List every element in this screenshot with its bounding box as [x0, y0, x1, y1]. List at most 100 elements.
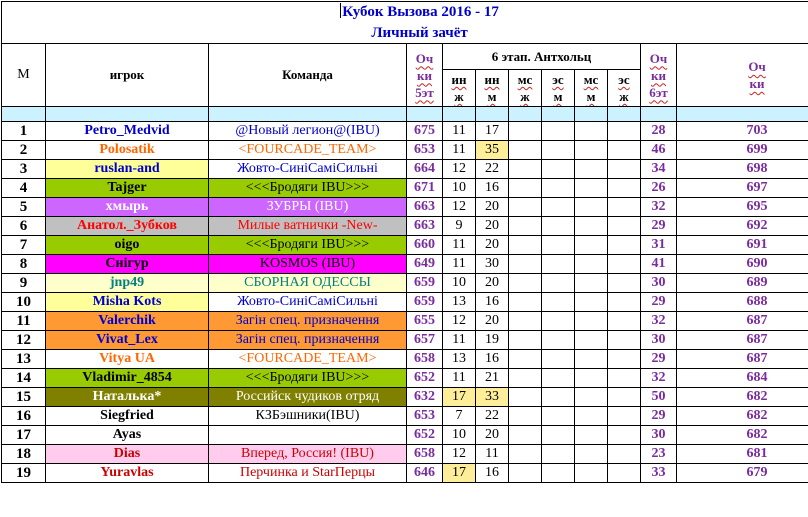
total-points: 690: [675, 254, 808, 274]
race-6-points: [607, 463, 641, 483]
points-stage5: 675: [406, 121, 443, 141]
rank-cell: 4: [1, 178, 46, 198]
table-row: 5 хмырь ЗУБРЫ (IBU) 663 12 20 32 695: [1, 197, 808, 217]
points-stage5: 655: [406, 311, 443, 331]
team-name: Загін спец. призначення: [208, 311, 407, 331]
total-points: 681: [675, 444, 808, 464]
rank-cell: 16: [1, 406, 46, 426]
rank-cell: 17: [1, 425, 46, 445]
player-name: Vivat_Lex: [45, 330, 209, 350]
race-3-points: [508, 368, 542, 388]
player-name: Vladimir_4854: [45, 368, 209, 388]
race-2-points: 20: [475, 311, 509, 331]
total-points: 684: [675, 368, 808, 388]
player-name: Tajger: [45, 178, 209, 198]
points-stage6: 50: [640, 387, 677, 407]
race-3-points: [508, 330, 542, 350]
race-1-points: 10: [442, 273, 476, 293]
race-5-points: [574, 444, 608, 464]
table-row: 18 Dias Вперед, Россия! (IBU) 658 12 11 23 681: [1, 444, 808, 464]
race-2-points: 16: [475, 292, 509, 312]
race-4-points: [541, 292, 575, 312]
header-points-stage6: Оч ки 6эт: [640, 43, 677, 107]
player-name: Valerchik: [45, 311, 209, 331]
race-1-points: 11: [442, 235, 476, 255]
race-4-points: [541, 197, 575, 217]
race-5-points: [574, 330, 608, 350]
race-4-points: [541, 273, 575, 293]
points-stage6: 29: [640, 349, 677, 369]
race-1-points: 7: [442, 406, 476, 426]
header-player: игрок: [45, 43, 209, 107]
race-6-points: [607, 425, 641, 445]
player-name: Dias: [45, 444, 209, 464]
race-3-points: [508, 254, 542, 274]
table-row: 8 Cнiгур KOSMOS (IBU) 649 11 30 41 690: [1, 254, 808, 274]
table-row: 1 Petro_Medvid @Новый легион@(IBU) 675 11 17 2…: [1, 121, 808, 141]
total-points: 698: [675, 159, 808, 179]
race-2-points: 22: [475, 159, 509, 179]
header-race-2: ин м: [475, 69, 509, 107]
page-title: Кубок Вызова 2016 - 17: [342, 4, 499, 20]
team-name: [208, 425, 407, 445]
race-3-points: [508, 406, 542, 426]
race-5-points: [574, 140, 608, 160]
points-stage5: 659: [406, 273, 443, 293]
race-4-points: [541, 387, 575, 407]
rank-cell: 8: [1, 254, 46, 274]
race-6-points: [607, 178, 641, 198]
race-6-points: [607, 159, 641, 179]
race-2-points: 22: [475, 406, 509, 426]
team-name: @Новый легион@(IBU): [208, 121, 407, 141]
player-name: хмырь: [45, 197, 209, 217]
race-6-points: [607, 235, 641, 255]
race-6-points: [607, 292, 641, 312]
total-points: 687: [675, 349, 808, 369]
spacer-row: [1, 106, 808, 122]
header-points-stage5-mid: ки: [417, 67, 432, 83]
points-stage6: 30: [640, 425, 677, 445]
race-5-points: [574, 273, 608, 293]
race-4-points: [541, 235, 575, 255]
header-m: М: [1, 43, 46, 107]
race-3-points: [508, 425, 542, 445]
race-4-points: [541, 349, 575, 369]
race-2-points: 33: [475, 387, 509, 407]
race-2-points: 16: [475, 349, 509, 369]
race-5-points: [574, 235, 608, 255]
points-stage5: 671: [406, 178, 443, 198]
total-points: 689: [675, 273, 808, 293]
table-row: 7 oigo <<<Бродяги IBU>>> 660 11 20 31 691: [1, 235, 808, 255]
race-3-points: [508, 159, 542, 179]
race-3-points: [508, 273, 542, 293]
header-total: Оч ки: [675, 43, 808, 107]
race-1-points: 11: [442, 140, 476, 160]
race-5-points: [574, 254, 608, 274]
team-name: Жовто-СиніСаміСильні: [208, 159, 407, 179]
table-row: 15 Наталька* Российск чудиков отряд 632 17 33…: [1, 387, 808, 407]
race-6-points: [607, 406, 641, 426]
points-stage6: 30: [640, 330, 677, 350]
player-name: Наталька*: [45, 387, 209, 407]
race-4-points: [541, 216, 575, 236]
team-name: Загін спец. призначення: [208, 330, 407, 350]
points-stage5: 657: [406, 330, 443, 350]
points-stage5: 663: [406, 216, 443, 236]
total-points: 688: [675, 292, 808, 312]
race-4-points: [541, 368, 575, 388]
team-name: KOSMOS (IBU): [208, 254, 407, 274]
race-2-points: 30: [475, 254, 509, 274]
race-1-points: 11: [442, 254, 476, 274]
player-name: Ayas: [45, 425, 209, 445]
player-name: Polosatik: [45, 140, 209, 160]
points-stage5: 646: [406, 463, 443, 483]
subtitle-cell: Личный зачёт: [0, 22, 808, 44]
rank-cell: 3: [1, 159, 46, 179]
rank-cell: 9: [1, 273, 46, 293]
total-points: 697: [675, 178, 808, 198]
race-6-points: [607, 216, 641, 236]
points-stage6: 33: [640, 463, 677, 483]
race-1-points: 10: [442, 425, 476, 445]
rank-cell: 2: [1, 140, 46, 160]
race-4-points: [541, 444, 575, 464]
